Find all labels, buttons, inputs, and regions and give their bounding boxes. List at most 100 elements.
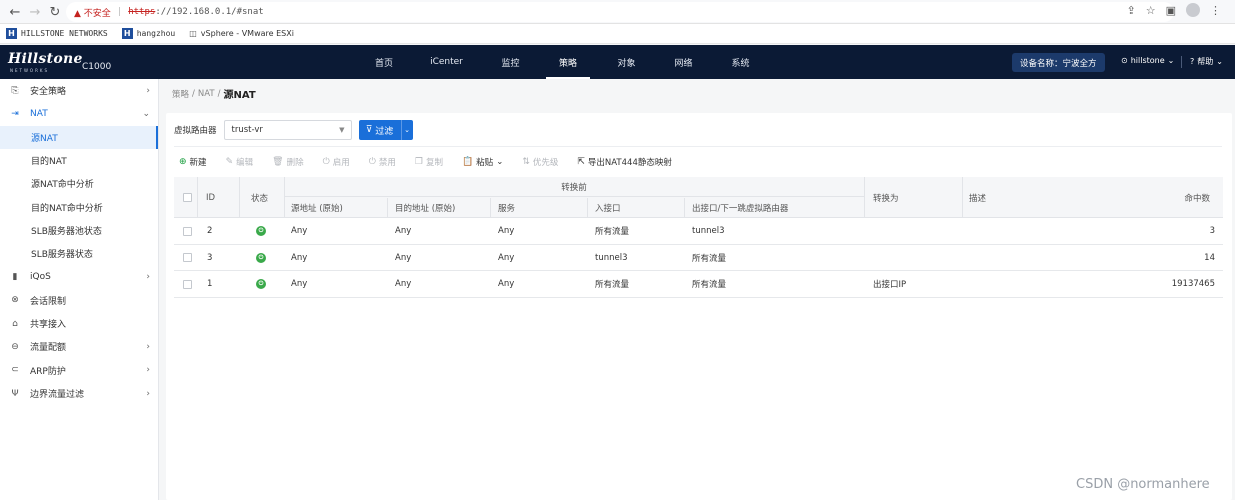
action-toolbar: ⊕ 新建 ✎ 编辑 🗑 删除 ⏻ 启用 ⏻ 禁用 ❐ 复制 📋 粘贴 ⌄ ⇅ 优… <box>179 154 672 170</box>
cell-dst: Any <box>395 279 412 289</box>
reload-icon[interactable]: ↻ <box>44 1 66 23</box>
header-src-address[interactable]: 源地址 (原始) <box>291 198 343 218</box>
delete-button[interactable]: 🗑 删除 <box>272 156 303 168</box>
sidebar-item-dnat-hit-analysis[interactable]: 目的NAT命中分析 <box>0 195 158 218</box>
bookmark-item[interactable]: ◫ vSphere - VMware ESXi <box>189 29 294 38</box>
table-row[interactable]: 3 ⏻ Any Any Any tunnel3 所有流量 14 <box>174 244 1223 271</box>
cell-service: Any <box>498 226 515 236</box>
filter-dropdown-button[interactable]: ⌄ <box>400 120 413 140</box>
border-filter-icon: Ψ <box>11 388 19 399</box>
address-bar[interactable]: ▲ 不安全 | https ://192.168.0.1/#snat <box>66 2 1174 22</box>
sidebar-item-arp-protection[interactable]: ⊂ ARP防护 › <box>0 359 158 382</box>
user-menu[interactable]: ⊙ hillstone ⌄ <box>1121 56 1174 65</box>
table-row[interactable]: 1 ⏻ Any Any Any 所有流量 所有流量 出接口IP 19137465 <box>174 271 1223 298</box>
nav-tab-policy[interactable]: 策略 <box>538 45 598 79</box>
column-divider <box>239 177 240 218</box>
row-checkbox[interactable] <box>183 253 192 262</box>
sidebar-item-slb-server-status[interactable]: SLB服务器状态 <box>0 242 158 265</box>
caret-down-icon: ▼ <box>339 126 345 134</box>
sidebar-panel-icon[interactable]: ▣ <box>1166 4 1176 17</box>
header-select-all[interactable] <box>183 193 192 202</box>
sidebar-item-border-filter[interactable]: Ψ 边界流量过滤 › <box>0 382 158 405</box>
sidebar-item-shared-access[interactable]: ⌂ 共享接入 <box>0 312 158 335</box>
disable-button[interactable]: ⏻ 禁用 <box>369 156 396 168</box>
sidebar-item-nat[interactable]: ⇥ NAT ⌄ <box>0 102 158 125</box>
share-icon[interactable]: ⇪ <box>1127 4 1136 17</box>
breadcrumb-policy[interactable]: 策略 <box>172 88 189 100</box>
forward-icon[interactable]: → <box>24 1 46 23</box>
browser-tools: ⇪ ☆ ▣ ⋮ <box>1127 3 1221 17</box>
chevron-down-icon: ⌄ <box>404 126 410 134</box>
breadcrumb-nat[interactable]: NAT <box>198 89 215 99</box>
browser-menu-icon[interactable]: ⋮ <box>1210 4 1221 17</box>
enabled-status-icon: ⏻ <box>256 252 266 263</box>
star-icon[interactable]: ☆ <box>1146 4 1156 17</box>
sidebar-item-slb-pool-status[interactable]: SLB服务器池状态 <box>0 219 158 242</box>
select-all-checkbox[interactable] <box>183 193 192 202</box>
nat-icon: ⇥ <box>11 108 19 119</box>
chevron-down-icon: ⌄ <box>496 157 504 167</box>
nav-tab-icenter[interactable]: iCenter <box>410 45 483 79</box>
paste-button-label: 粘贴 <box>476 158 494 168</box>
header-ingress[interactable]: 入接口 <box>595 198 621 218</box>
hillstone-bookmark-icon: H <box>121 28 133 39</box>
cell-service: Any <box>498 252 515 263</box>
cell-status: ⏻ <box>256 218 266 244</box>
bookmark-label: hangzhou <box>136 29 176 38</box>
new-button[interactable]: ⊕ 新建 <box>179 156 207 168</box>
priority-button-label: 优先级 <box>532 158 559 168</box>
filter-button[interactable]: ⊽ 过滤 <box>358 120 401 140</box>
column-divider <box>490 198 491 218</box>
sidebar-item-snat-hit-analysis[interactable]: 源NAT命中分析 <box>0 172 158 195</box>
username: hillstone <box>1130 56 1165 65</box>
back-icon[interactable]: ← <box>4 1 26 23</box>
header-id[interactable]: ID <box>206 177 215 218</box>
nav-tab-home[interactable]: 首页 <box>358 45 410 79</box>
sidebar-item-traffic-quota[interactable]: ⊖ 流量配额 › <box>0 335 158 358</box>
hillstone-logo[interactable]: Hillstone <box>8 51 83 67</box>
table-row[interactable]: 2 ⏻ Any Any Any 所有流量 tunnel3 3 <box>174 218 1223 245</box>
header-status[interactable]: 状态 <box>251 177 268 218</box>
priority-button[interactable]: ⇅ 优先级 <box>522 156 558 168</box>
row-checkbox-cell <box>183 271 192 297</box>
vr-select-value: trust-vr <box>231 125 263 135</box>
header-hit-count[interactable]: 命中数 <box>1184 177 1210 218</box>
nav-tab-network[interactable]: 网络 <box>655 45 712 79</box>
arp-icon: ⊂ <box>11 365 19 376</box>
copy-button[interactable]: ❐ 复制 <box>415 156 443 168</box>
divider <box>174 146 1222 147</box>
profile-avatar[interactable] <box>1186 3 1200 17</box>
header-service[interactable]: 服务 <box>498 198 515 218</box>
sidebar-item-security-policy[interactable]: ⎘ 安全策略 › <box>0 79 158 102</box>
help-menu[interactable]: ? 帮助 ⌄ <box>1190 56 1223 67</box>
address-separator: | <box>116 7 123 17</box>
sidebar-item-session-limit[interactable]: ⊗ 会话限制 <box>0 289 158 312</box>
sidebar-item-snat[interactable]: 源NAT <box>0 125 158 150</box>
export-nat444-button[interactable]: ⇱ 导出NAT444静态映射 <box>577 156 671 168</box>
cell-src: Any <box>291 226 308 236</box>
nav-tab-system[interactable]: 系统 <box>712 45 769 79</box>
row-checkbox[interactable] <box>183 279 192 289</box>
nav-tab-object[interactable]: 对象 <box>598 45 655 79</box>
nav-tab-monitor[interactable]: 监控 <box>483 45 538 79</box>
sidebar-item-iqos[interactable]: ▮ iQoS › <box>0 265 158 288</box>
header-dst-address[interactable]: 目的地址 (原始) <box>395 198 455 218</box>
security-warning[interactable]: ▲ 不安全 <box>74 6 111 19</box>
breadcrumb-separator: / <box>217 88 221 99</box>
main-panel: 虚拟路由器 trust-vr ▼ ⊽ 过滤 ⌄ ⊕ 新建 ✎ 编辑 🗑 删除 ⏻… <box>166 113 1232 500</box>
header-description[interactable]: 描述 <box>969 177 986 218</box>
cell-ingress: 所有流量 <box>595 280 630 290</box>
cell-id: 2 <box>207 226 213 236</box>
paste-button[interactable]: 📋 粘贴 ⌄ <box>462 156 503 168</box>
bookmark-item[interactable]: H hangzhou <box>121 28 176 39</box>
logo-subtitle: NETWORKS <box>10 68 50 73</box>
edit-button[interactable]: ✎ 编辑 <box>226 156 254 168</box>
header-egress[interactable]: 出接口/下一跳虚拟路由器 <box>692 198 788 218</box>
vr-select[interactable]: trust-vr ▼ <box>223 120 352 140</box>
chevron-right-icon: › <box>146 341 150 352</box>
row-checkbox[interactable] <box>183 226 192 236</box>
sidebar-item-dnat[interactable]: 目的NAT <box>0 149 158 172</box>
bookmark-item[interactable]: H HILLSTONE NETWORKS <box>6 28 108 39</box>
enable-button[interactable]: ⏻ 启用 <box>323 156 350 168</box>
header-translated-to[interactable]: 转换为 <box>873 177 899 218</box>
